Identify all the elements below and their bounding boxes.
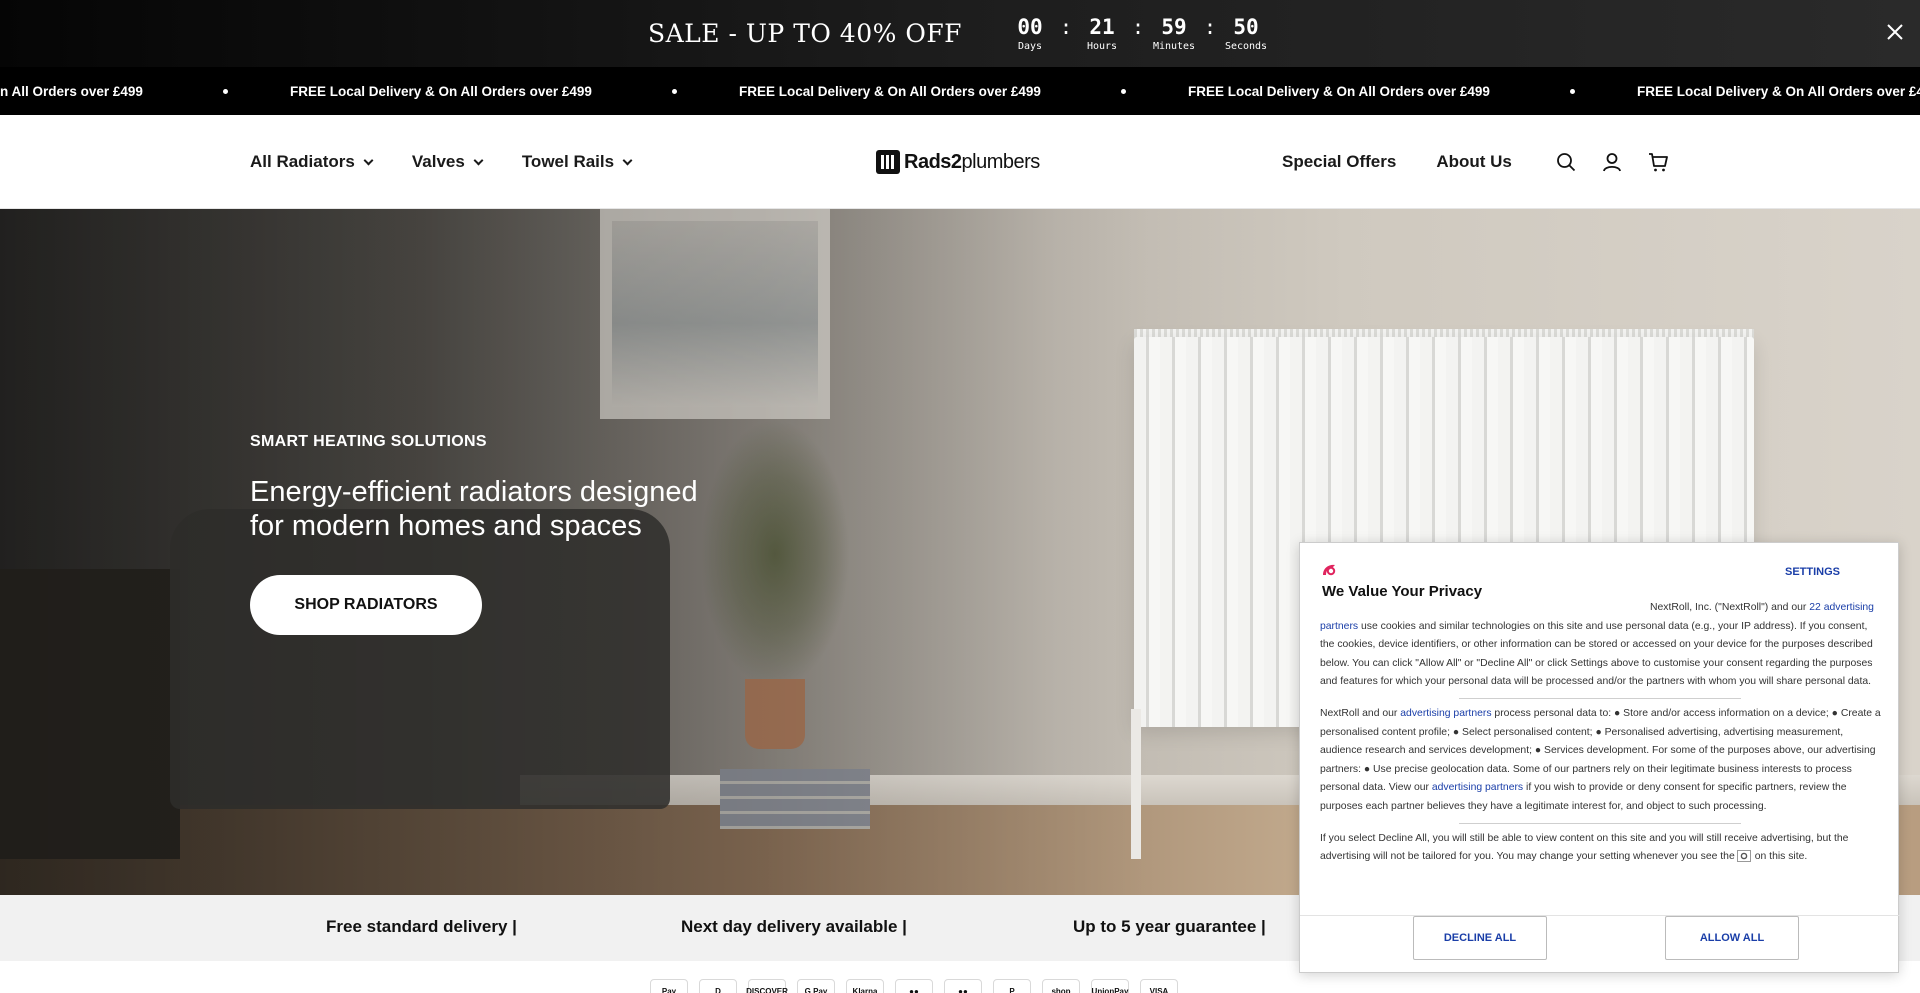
delivery-marquee: FREE Local Delivery & On All Orders over… [0, 67, 1920, 115]
payment-methods: Pay D DISCOVER G Pay Klarna ●● ●● P shop… [650, 979, 1178, 993]
marquee-text: FREE Local Delivery & On All Orders over… [0, 83, 143, 99]
countdown-hours-label: Hours [1086, 40, 1118, 52]
privacy-body[interactable]: NextRoll, Inc. ("NextRoll") and our 22 a… [1320, 598, 1882, 900]
feature-next-day: Next day delivery available | [681, 917, 907, 936]
privacy-footer-divider [1300, 915, 1900, 916]
marquee-item: FREE Local Delivery & On All Orders over… [1188, 84, 1637, 99]
nav-towel-rails[interactable]: Towel Rails [521, 152, 633, 172]
site-header: All Radiators Valves Towel Rails Rads2pl… [0, 115, 1920, 209]
hero-kicker: SMART HEATING SOLUTIONS [250, 433, 487, 450]
logo-text-rest: plumbers [961, 150, 1041, 173]
marquee-item: FREE Local Delivery & On All Orders over… [739, 84, 1188, 99]
discover-icon: DISCOVER [746, 979, 788, 993]
nav-special-offers[interactable]: Special Offers [1282, 152, 1396, 172]
nav-valves[interactable]: Valves [411, 152, 484, 172]
bullet-dot [1569, 88, 1575, 94]
advertising-partners-link[interactable]: advertising partners [1432, 782, 1523, 793]
advertising-partners-link[interactable]: advertising partners [1400, 708, 1491, 719]
privacy-text: NextRoll, Inc. ("NextRoll") and our [1650, 602, 1810, 613]
visa-icon: VISA [1140, 979, 1178, 993]
apple-pay-icon: Pay [650, 979, 688, 993]
bullet-dot [1120, 88, 1126, 94]
countdown-separator: : [1203, 14, 1217, 39]
countdown-seconds-label: Seconds [1224, 40, 1268, 52]
nav-label: All Radiators [250, 152, 355, 171]
paypal-icon: P [993, 979, 1031, 993]
marquee-item: FREE Local Delivery & On All Orders over… [0, 84, 290, 99]
divider [1459, 697, 1741, 699]
nav-label: Valves [411, 152, 465, 171]
header-icons [1555, 151, 1669, 173]
nextroll-settings-icon[interactable] [1736, 850, 1751, 863]
diners-club-icon: D [699, 979, 737, 993]
countdown-timer: 00 Days : 21 Hours : 59 Minutes : 50 Sec… [1004, 15, 1272, 53]
bullet-dot [671, 88, 677, 94]
nav-all-radiators[interactable]: All Radiators [250, 152, 374, 172]
allow-all-button[interactable]: ALLOW ALL [1665, 916, 1799, 960]
privacy-text: on this site. [1754, 851, 1808, 863]
marquee-item: FREE Local Delivery & On All Orders over… [290, 84, 739, 99]
countdown-seconds-value: 50 [1233, 14, 1259, 39]
countdown-separator: : [1059, 14, 1073, 39]
nav-about-us[interactable]: About Us [1436, 152, 1512, 172]
sale-title: SALE - UP TO 40% OFF [647, 19, 963, 48]
countdown-days-label: Days [1017, 40, 1043, 52]
logo-text-bold: Rads2 [904, 150, 962, 173]
countdown-days: 00 Days [1004, 15, 1056, 53]
hero-content: SMART HEATING SOLUTIONS Energy-efficient… [250, 433, 710, 635]
countdown-minutes-value: 59 [1161, 14, 1187, 39]
marquee-text: FREE Local Delivery & On All Orders over… [290, 83, 592, 99]
logo-icon [876, 150, 900, 174]
chevron-down-icon [473, 155, 484, 165]
privacy-settings-link[interactable]: SETTINGS [1785, 566, 1840, 578]
privacy-text: use cookies and similar technologies on … [1320, 620, 1873, 688]
close-icon[interactable] [1884, 21, 1906, 43]
countdown-seconds: 50 Seconds [1220, 15, 1272, 53]
privacy-text: NextRoll and our [1320, 707, 1401, 719]
decline-all-button[interactable]: DECLINE ALL [1413, 916, 1547, 960]
cart-icon[interactable] [1647, 151, 1669, 173]
mastercard-icon: ●● [944, 979, 982, 993]
marquee-text: FREE Local Delivery & On All Orders over… [1188, 83, 1490, 99]
search-icon[interactable] [1555, 151, 1577, 173]
privacy-paragraph-1: NextRoll, Inc. ("NextRoll") and our 22 a… [1320, 598, 1882, 692]
shop-radiators-button[interactable]: SHOP RADIATORS [250, 575, 482, 635]
nextroll-logo-icon [1323, 564, 1336, 576]
countdown-separator: : [1131, 14, 1145, 39]
chevron-down-icon [363, 155, 374, 165]
countdown-days-value: 00 [1017, 14, 1043, 39]
logo-text: Rads2plumbers [904, 151, 1040, 174]
klarna-icon: Klarna [846, 979, 884, 993]
account-icon[interactable] [1601, 151, 1623, 173]
privacy-paragraph-2: NextRoll and our advertising partners pr… [1320, 705, 1882, 817]
nav-label: Towel Rails [521, 152, 615, 171]
maestro-icon: ●● [895, 979, 933, 993]
chevron-down-icon [622, 155, 633, 165]
google-pay-icon: G Pay [797, 979, 835, 993]
privacy-text: process personal data to: ● Store and/or… [1320, 707, 1881, 794]
feature-guarantee: Up to 5 year guarantee | [1073, 917, 1266, 936]
secondary-nav: Special Offers About Us [1282, 115, 1512, 209]
countdown-minutes-label: Minutes [1152, 40, 1196, 52]
site-logo[interactable]: Rads2plumbers [876, 150, 1040, 174]
marquee-text: FREE Local Delivery & On All Orders over… [1637, 83, 1920, 99]
main-nav: All Radiators Valves Towel Rails [250, 115, 633, 209]
feature-free-delivery: Free standard delivery | [326, 917, 517, 936]
sale-countdown-bar: SALE - UP TO 40% OFF 00 Days : 21 Hours … [0, 0, 1920, 67]
marquee-item: FREE Local Delivery & On All Orders over… [1637, 84, 1920, 99]
bullet-dot [222, 88, 228, 94]
privacy-consent-dialog: We Value Your Privacy SETTINGS NextRoll,… [1299, 542, 1900, 973]
unionpay-icon: UnionPay [1091, 979, 1129, 993]
hero-heading: Energy-efficient radiators designed for … [250, 476, 698, 542]
countdown-hours-value: 21 [1089, 14, 1115, 39]
countdown-hours: 21 Hours [1076, 15, 1128, 53]
privacy-paragraph-3: If you select Decline All, you will stil… [1320, 830, 1882, 867]
countdown-minutes: 59 Minutes [1148, 15, 1200, 53]
shop-pay-icon: shop [1042, 979, 1080, 993]
marquee-text: FREE Local Delivery & On All Orders over… [739, 83, 1041, 99]
divider [1459, 822, 1741, 824]
